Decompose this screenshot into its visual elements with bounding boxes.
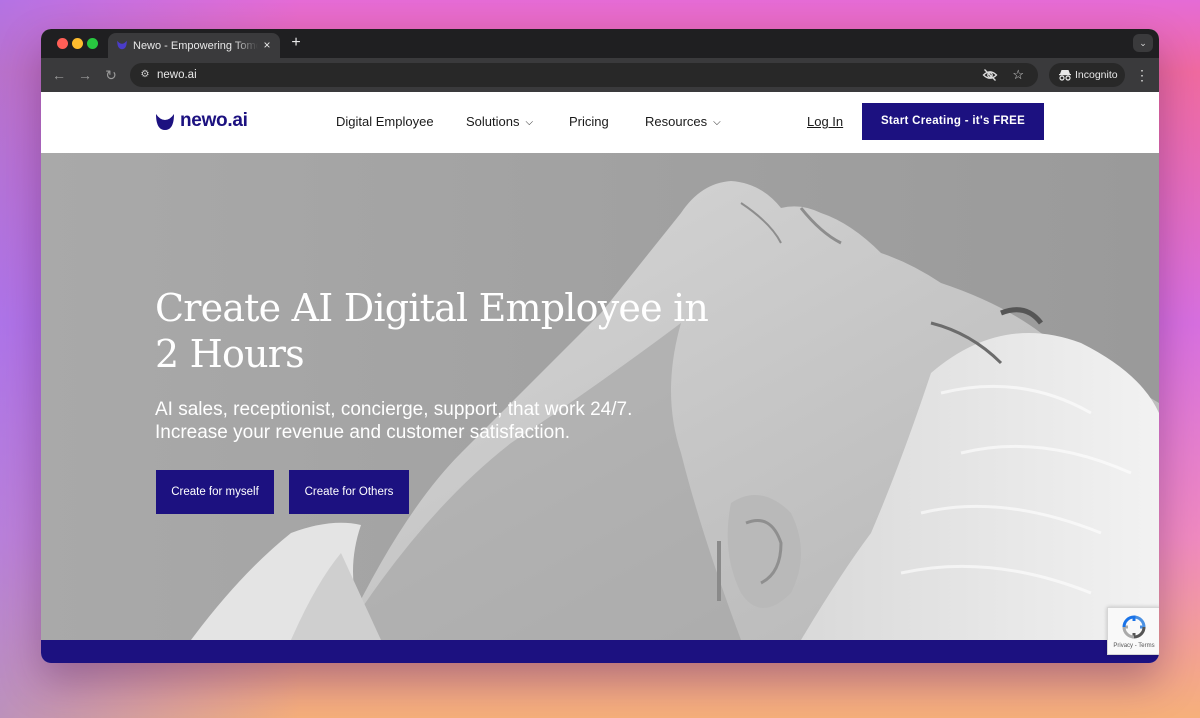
kebab-menu-icon[interactable]: ⋮	[1135, 66, 1149, 84]
start-creating-button[interactable]: Start Creating - it's FREE	[862, 103, 1044, 140]
tab-strip: Newo - Empowering Tomorrow × + ⌄	[41, 29, 1159, 58]
hero-section: Create AI Digital Employee in 2 Hours AI…	[41, 153, 1159, 640]
logo-text: newo.ai	[180, 110, 248, 131]
tune-icon[interactable]: ⚙	[138, 68, 152, 82]
arrow-left-icon[interactable]: ←	[50, 66, 68, 84]
tab-search-chevron-icon[interactable]: ⌄	[1133, 34, 1153, 52]
browser-toolbar: ← → ↻ ⚙ newo.ai ☆ Incognito ⋮	[41, 58, 1159, 92]
nav-label: Solutions	[466, 114, 520, 129]
hero-subtitle-line1: AI sales, receptionist, concierge, suppo…	[155, 399, 633, 420]
incognito-indicator[interactable]: Incognito	[1049, 63, 1125, 87]
url-text[interactable]: newo.ai	[157, 67, 197, 83]
login-link[interactable]: Log In	[807, 113, 843, 131]
reload-icon[interactable]: ↻	[102, 66, 120, 84]
recaptcha-links[interactable]: Privacy - Terms	[1108, 642, 1159, 650]
browser-window: Newo - Empowering Tomorrow × + ⌄ ← → ↻ ⚙…	[41, 29, 1159, 663]
star-icon[interactable]: ☆	[1012, 66, 1024, 84]
create-for-others-button[interactable]: Create for Others	[289, 470, 409, 514]
nav-label: Resources	[645, 114, 708, 129]
newo-logo-icon	[156, 114, 174, 130]
bottom-banner	[41, 640, 1159, 663]
nav-resources[interactable]: Resources ⌵	[645, 113, 721, 133]
eye-off-icon[interactable]	[982, 67, 998, 83]
site-header: newo.ai Digital Employee Solutions ⌵ Pric…	[41, 92, 1159, 154]
nav-label: Digital Employee	[336, 114, 434, 129]
minimize-window-button[interactable]	[72, 38, 83, 49]
address-bar[interactable]: ⚙ newo.ai ☆	[130, 63, 1038, 87]
hero-title: Create AI Digital Employee in 2 Hours	[155, 286, 709, 376]
nav-digital-employee[interactable]: Digital Employee	[336, 113, 434, 131]
nav-pricing[interactable]: Pricing	[569, 113, 609, 131]
nav-label: Pricing	[569, 114, 609, 129]
hero-subtitle-line2: Increase your revenue and customer satis…	[155, 422, 571, 443]
browser-tab-active[interactable]: Newo - Empowering Tomorrow ×	[108, 33, 280, 58]
recaptcha-icon	[1122, 615, 1146, 639]
hero-subtitle: AI sales, receptionist, concierge, suppo…	[155, 398, 715, 444]
nav-solutions[interactable]: Solutions ⌵	[466, 113, 533, 133]
tab-close-icon[interactable]: ×	[260, 37, 274, 53]
chevron-down-icon: ⌵	[525, 117, 534, 128]
incognito-icon	[1059, 70, 1071, 81]
recaptcha-badge[interactable]: Privacy - Terms	[1107, 607, 1159, 655]
hero-photo	[191, 181, 1159, 640]
chevron-down-icon: ⌵	[713, 117, 721, 128]
newo-favicon-icon	[117, 40, 127, 50]
create-for-myself-button[interactable]: Create for myself	[156, 470, 274, 514]
maximize-window-button[interactable]	[87, 38, 98, 49]
new-tab-button[interactable]: +	[288, 33, 304, 53]
arrow-right-icon[interactable]: →	[76, 66, 94, 84]
tab-title: Newo - Empowering Tomorrow	[133, 40, 258, 52]
close-window-button[interactable]	[57, 38, 68, 49]
incognito-label: Incognito	[1075, 69, 1118, 81]
